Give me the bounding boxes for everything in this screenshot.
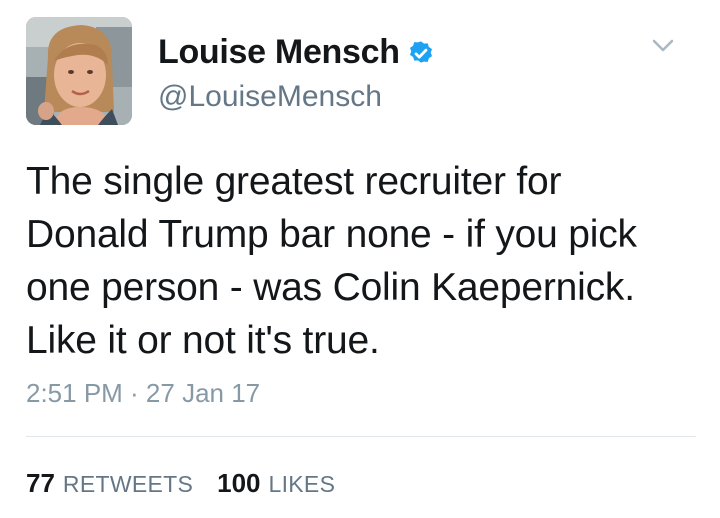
tweet-text-line: one person - was Colin Kaepernick. [26,266,635,309]
tweet-timestamp[interactable]: 2:51 PM · 27 Jan 17 [26,378,260,409]
divider [26,436,696,437]
tweet-card: Louise Mensch @LouiseMensch The single g… [0,0,720,518]
likes-label: LIKES [268,471,336,497]
tweet-stats: 77 RETWEETS 100 LIKES [26,468,335,499]
author-name-row: Louise Mensch [158,30,436,74]
verified-badge-icon [406,37,436,67]
author-handle[interactable]: @LouiseMensch [158,80,382,114]
tweet-text: The single greatest recruiter for Donald… [26,155,686,367]
likes-count: 100 [217,468,261,498]
avatar[interactable] [26,17,132,125]
chevron-down-icon[interactable] [650,36,676,56]
retweets-label: RETWEETS [62,471,194,497]
retweets-count: 77 [26,468,55,498]
profile-photo-icon [26,17,132,125]
tweet-text-line: Like it or not it's true. [26,319,380,362]
retweets-stat[interactable]: 77 RETWEETS [26,468,193,499]
likes-stat[interactable]: 100 LIKES [217,468,335,499]
tweet-text-line: Donald Trump bar none - if you pick [26,213,637,256]
tweet-text-line: The single greatest recruiter for [26,160,562,203]
display-name[interactable]: Louise Mensch [158,33,400,72]
